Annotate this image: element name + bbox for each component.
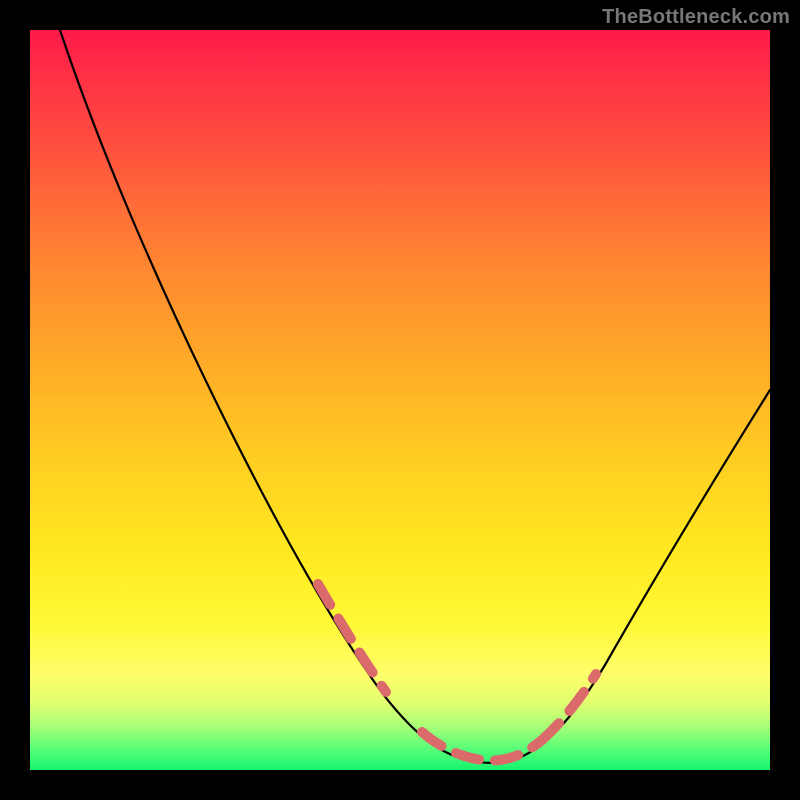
bottleneck-curve-svg bbox=[30, 30, 770, 770]
watermark: TheBottleneck.com bbox=[602, 6, 790, 29]
chart-plot-area bbox=[30, 30, 770, 770]
accent-dash-right bbox=[542, 674, 596, 740]
accent-dash-left bbox=[318, 584, 386, 692]
bottleneck-curve bbox=[60, 30, 770, 763]
